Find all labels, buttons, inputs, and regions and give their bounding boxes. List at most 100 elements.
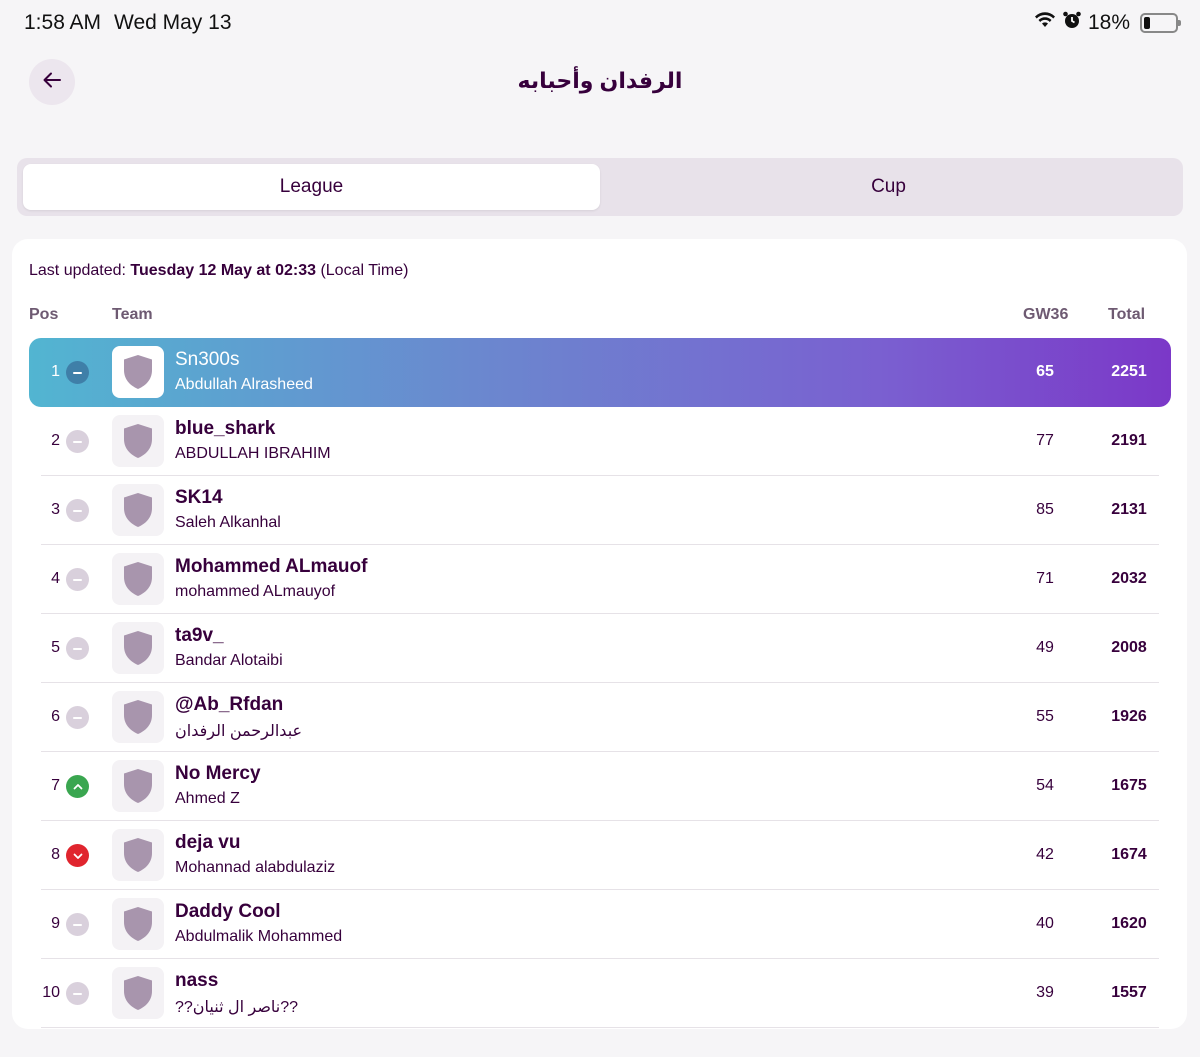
total-points: 2032: [1111, 570, 1147, 587]
position: 6: [51, 708, 60, 725]
total-points: 1620: [1111, 915, 1147, 932]
table-row[interactable]: 4 Mohammed ALmauof mohammed ALmauyof 71 …: [41, 545, 1159, 614]
table-row[interactable]: 7 No Mercy Ahmed Z 54 1675: [41, 752, 1159, 821]
gameweek-points: 85: [1036, 501, 1054, 518]
shield-icon: [112, 484, 164, 536]
team-name: @Ab_Rfdan: [175, 694, 284, 715]
manager-name: Abdullah Alrasheed: [175, 376, 313, 393]
manager-name: Abdulmalik Mohammed: [175, 928, 343, 945]
manager-name: ??ناصر ال ثنيان??: [175, 999, 299, 1016]
gameweek-points: 49: [1036, 639, 1054, 656]
team-name: deja vu: [175, 832, 241, 853]
last-updated-prefix: Last updated:: [29, 262, 126, 279]
status-time: 1:58 AM: [24, 11, 102, 34]
gameweek-points: 71: [1036, 570, 1054, 587]
position: 3: [51, 501, 60, 518]
no-change-icon: [66, 430, 89, 453]
status-indicators: 18%: [1034, 10, 1181, 36]
total-points: 1675: [1111, 777, 1147, 794]
manager-name: Mohannad alabdulaziz: [175, 859, 336, 876]
wifi-icon: [1034, 11, 1056, 35]
team-name: ta9v_: [175, 625, 224, 646]
gameweek-points: 55: [1036, 708, 1054, 725]
tab-league[interactable]: League: [23, 164, 600, 210]
total-points: 2251: [1111, 363, 1147, 380]
shield-icon: [112, 829, 164, 881]
shield-icon: [112, 691, 164, 743]
table-row[interactable]: 2 blue_shark ABDULLAH IBRAHIM 77 2191: [41, 407, 1159, 476]
table-row[interactable]: 1 Sn300s Abdullah Alrasheed 65 2251: [29, 338, 1171, 407]
last-updated-value: Tuesday 12 May at 02:33: [130, 262, 316, 279]
table-row[interactable]: 3 SK14 Saleh Alkanhal 85 2131: [41, 476, 1159, 545]
tab-cup[interactable]: Cup: [600, 164, 1177, 210]
shield-icon: [112, 967, 164, 1019]
no-change-icon: [66, 637, 89, 660]
manager-name: mohammed ALmauyof: [175, 583, 336, 600]
no-change-icon: [66, 499, 89, 522]
shield-icon: [112, 346, 164, 398]
manager-name: ABDULLAH IBRAHIM: [175, 445, 331, 462]
position: 4: [51, 570, 60, 587]
gameweek-points: 54: [1036, 777, 1054, 794]
position: 1: [51, 363, 60, 380]
total-points: 1557: [1111, 984, 1147, 1001]
gameweek-points: 42: [1036, 846, 1054, 863]
position: 7: [51, 777, 60, 794]
league-cup-tabs: League Cup: [17, 158, 1183, 216]
team-name: blue_shark: [175, 418, 276, 439]
gameweek-points: 65: [1036, 363, 1054, 380]
arrow-up-icon: [66, 775, 89, 798]
status-date: Wed May 13: [114, 11, 232, 34]
team-name: Sn300s: [175, 349, 240, 370]
gameweek-points: 77: [1036, 432, 1054, 449]
total-points: 1926: [1111, 708, 1147, 725]
shield-icon: [112, 760, 164, 812]
table-row[interactable]: 5 ta9v_ Bandar Alotaibi 49 2008: [41, 614, 1159, 683]
header-gameweek: GW36: [1023, 306, 1069, 323]
table-row[interactable]: 6 @Ab_Rfdan عبدالرحمن الرفدان 55 1926: [41, 683, 1159, 752]
team-name: Mohammed ALmauof: [175, 556, 368, 577]
total-points: 2191: [1111, 432, 1147, 449]
header-team: Team: [112, 306, 153, 323]
shield-icon: [112, 415, 164, 467]
position: 9: [51, 915, 60, 932]
page-title: الرفدان وأحبابه: [517, 68, 683, 93]
arrow-down-icon: [66, 844, 89, 867]
total-points: 2008: [1111, 639, 1147, 656]
team-name: nass: [175, 970, 219, 991]
gameweek-points: 40: [1036, 915, 1054, 932]
status-bar: 1:58 AM Wed May 13 18%: [0, 0, 1200, 46]
shield-icon: [112, 553, 164, 605]
last-updated-suffix: (Local Time): [320, 262, 409, 279]
position: 5: [51, 639, 60, 656]
alarm-icon: [1062, 10, 1082, 36]
last-updated: Last updated: Tuesday 12 May at 02:33 (L…: [29, 262, 408, 280]
header-total: Total: [1108, 306, 1146, 323]
manager-name: Ahmed Z: [175, 790, 240, 807]
shield-icon: [112, 622, 164, 674]
position: 2: [51, 432, 60, 449]
gameweek-points: 39: [1036, 984, 1054, 1001]
battery-icon: [1140, 13, 1181, 33]
shield-icon: [112, 898, 164, 950]
total-points: 2131: [1111, 501, 1147, 518]
standings-list: 1 Sn300s Abdullah Alrasheed 65 2251 2 bl…: [29, 338, 1171, 1028]
manager-name: Saleh Alkanhal: [175, 514, 281, 531]
position: 8: [51, 846, 60, 863]
team-name: No Mercy: [175, 763, 261, 784]
standings-card: Last updated: Tuesday 12 May at 02:33 (L…: [12, 239, 1187, 1029]
table-row[interactable]: 10 nass ??ناصر ال ثنيان?? 39 1557: [41, 959, 1159, 1028]
no-change-icon: [66, 913, 89, 936]
team-name: Daddy Cool: [175, 901, 281, 922]
no-change-icon: [66, 706, 89, 729]
manager-name: عبدالرحمن الرفدان: [175, 723, 303, 740]
header-pos: Pos: [29, 306, 59, 323]
team-name: SK14: [175, 487, 223, 508]
no-change-icon: [66, 361, 89, 384]
no-change-icon: [66, 568, 89, 591]
table-row[interactable]: 8 deja vu Mohannad alabdulaziz 42 1674: [41, 821, 1159, 890]
table-row[interactable]: 9 Daddy Cool Abdulmalik Mohammed 40 1620: [41, 890, 1159, 959]
battery-percentage: 18%: [1087, 11, 1130, 34]
position: 10: [42, 984, 60, 1001]
no-change-icon: [66, 982, 89, 1005]
